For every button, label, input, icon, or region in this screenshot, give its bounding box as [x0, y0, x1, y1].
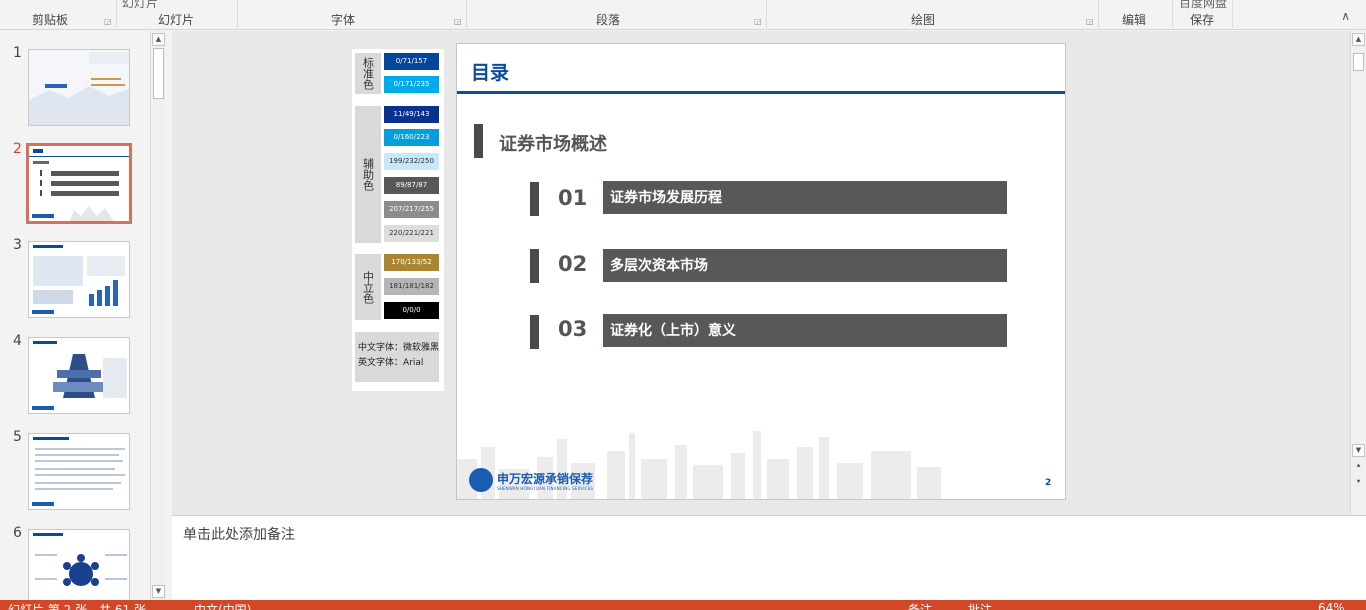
- font-spec-box: 中文字体：微软雅黑 英文字体：Arial: [355, 332, 439, 382]
- next-slide-icon[interactable]: ⯆: [1352, 477, 1365, 490]
- scrollbar-thumb[interactable]: [1353, 53, 1364, 71]
- swatch: 220/221/221: [384, 225, 439, 242]
- group-divider: [466, 0, 467, 28]
- swatch: 207/217/255: [384, 201, 439, 218]
- group-save: 保存: [1190, 13, 1215, 27]
- font-cn-text: 中文字体：微软雅黑: [358, 343, 440, 353]
- item-number[interactable]: 02: [558, 252, 587, 276]
- group-slides: 幻灯片: [158, 13, 195, 27]
- current-slide[interactable]: 目录 证券市场概述 01 证券市场发展历程 02 多层次资本市场 03 证券化（…: [456, 43, 1066, 500]
- thumbnail-number: 6: [13, 525, 22, 541]
- language-text[interactable]: 中文(中国): [194, 601, 251, 610]
- previous-slide-icon[interactable]: ⯅: [1352, 461, 1365, 474]
- aux-color-text: 辅助色: [361, 158, 375, 191]
- item-number[interactable]: 01: [558, 186, 587, 210]
- thumbnail-scrollbar[interactable]: ▲ ▼: [150, 31, 166, 600]
- thumbnail-toc-graphic: [29, 149, 129, 221]
- scrollbar-thumb[interactable]: [153, 48, 164, 99]
- dialog-launcher-icon[interactable]: ◲: [104, 17, 112, 26]
- swatch: 89/87/87: [384, 177, 439, 194]
- scroll-down-icon[interactable]: ▼: [152, 585, 165, 598]
- swatch: 0/0/0: [384, 302, 439, 319]
- section-accent-bar: [474, 124, 483, 158]
- group-divider: [1232, 0, 1233, 28]
- thumbnail-image[interactable]: [28, 241, 130, 318]
- thumbnail-chart-graphic: [32, 245, 125, 314]
- group-editing: 编辑: [1122, 13, 1147, 27]
- thumbnail-number: 3: [13, 237, 22, 253]
- thumbnail-image-selected[interactable]: [26, 143, 132, 224]
- standard-color-text: 标准色: [361, 57, 375, 90]
- comments-toggle-button[interactable]: 批注: [968, 601, 992, 610]
- company-logo-icon: [469, 468, 493, 492]
- collapse-ribbon-icon[interactable]: ∧: [1341, 9, 1350, 23]
- thumbnail-diagram-graphic: [33, 533, 127, 586]
- thumbnail-text-graphic: [32, 437, 125, 506]
- swatch: 0/160/223: [384, 129, 439, 146]
- item-label-box[interactable]: 证券市场发展历程: [603, 181, 1007, 214]
- group-divider: [1172, 0, 1173, 28]
- swatch: 0/171/235: [384, 76, 439, 93]
- group-divider: [237, 0, 238, 28]
- notes-placeholder[interactable]: 单击此处添加备注: [183, 524, 295, 544]
- aux-color-label: 辅助色: [355, 106, 381, 243]
- color-legend-panel: 标准色 0/71/157 0/171/235 辅助色 11/49/143 0/1…: [352, 49, 444, 391]
- scroll-up-icon[interactable]: ▲: [152, 33, 165, 46]
- group-clipboard: 剪贴板: [32, 13, 69, 27]
- slide-thumbnail-panel: 1 2 3 4 5 6: [0, 31, 150, 606]
- swatch: 181/181/182: [384, 278, 439, 295]
- group-divider: [1098, 0, 1099, 28]
- standard-color-label: 标准色: [355, 53, 381, 94]
- title-underline: [457, 91, 1065, 94]
- neutral-color-label: 中立色: [355, 254, 381, 320]
- swatch: 170/133/52: [384, 254, 439, 271]
- slide-title[interactable]: 目录: [471, 58, 509, 85]
- swatch: 199/232/250: [384, 153, 439, 170]
- scroll-down-icon[interactable]: ▼: [1352, 444, 1365, 457]
- item-label-box[interactable]: 多层次资本市场: [603, 249, 1007, 282]
- swatch: 11/49/143: [384, 106, 439, 123]
- thumbnail-image[interactable]: [28, 49, 130, 126]
- group-divider: [116, 0, 117, 28]
- thumbnail-cover-graphic: [29, 50, 129, 125]
- group-paragraph: 段落: [596, 13, 621, 27]
- item-number[interactable]: 03: [558, 317, 587, 341]
- baidu-netdisk-button-label[interactable]: 百度网盘: [1179, 0, 1227, 11]
- scroll-up-icon[interactable]: ▲: [1352, 33, 1365, 46]
- section-title[interactable]: 证券市场概述: [499, 130, 607, 156]
- dialog-launcher-icon[interactable]: ◲: [1086, 17, 1094, 26]
- notes-pane[interactable]: 单击此处添加备注: [172, 516, 1366, 600]
- font-en-text: 英文字体：Arial: [358, 358, 424, 368]
- thumbnail-number: 1: [13, 45, 22, 61]
- swatch: 0/71/157: [384, 53, 439, 70]
- thumbnail-number: 4: [13, 333, 22, 349]
- editor-scrollbar[interactable]: ▲ ▼ ⯅ ⯆: [1350, 31, 1366, 516]
- zoom-level[interactable]: 64%: [1318, 601, 1345, 610]
- thumbnail-pyramid-graphic: [32, 341, 127, 410]
- thumbnail-number: 2: [13, 141, 22, 157]
- item-accent-bar: [530, 249, 539, 283]
- slide-count-text: 幻灯片 第 2 张，共 61 张: [8, 603, 146, 610]
- group-divider: [766, 0, 767, 28]
- item-accent-bar: [530, 182, 539, 216]
- slides-button-label[interactable]: 幻灯片: [122, 0, 158, 11]
- item-label-box[interactable]: 证券化（上市）意义: [603, 314, 1007, 347]
- company-logo-text: 申万宏源承销保荐: [497, 472, 594, 486]
- status-bar: 幻灯片 第 2 张，共 61 张 中文(中国) 备注 批注 64%: [0, 600, 1366, 610]
- thumbnail-image[interactable]: [28, 433, 130, 510]
- thumbnail-image[interactable]: [28, 337, 130, 414]
- thumbnail-number: 5: [13, 429, 22, 445]
- group-drawing: 绘图: [911, 13, 936, 27]
- slide-page-number: 2: [1045, 478, 1052, 488]
- dialog-launcher-icon[interactable]: ◲: [454, 17, 462, 26]
- group-font: 字体: [331, 13, 356, 27]
- neutral-color-text: 中立色: [361, 270, 375, 304]
- notes-toggle-button[interactable]: 备注: [908, 601, 932, 610]
- company-logo-subtext: SHENWAN HONGYUAN FINANCING SERVICES: [497, 486, 594, 491]
- thumbnail-image[interactable]: [28, 529, 130, 606]
- item-accent-bar: [530, 315, 539, 349]
- dialog-launcher-icon[interactable]: ◲: [754, 17, 762, 26]
- ribbon: 幻灯片 百度网盘 剪贴板 ◲ 幻灯片 字体 ◲ 段落 ◲ 绘图 ◲ 编辑 保存 …: [0, 0, 1366, 30]
